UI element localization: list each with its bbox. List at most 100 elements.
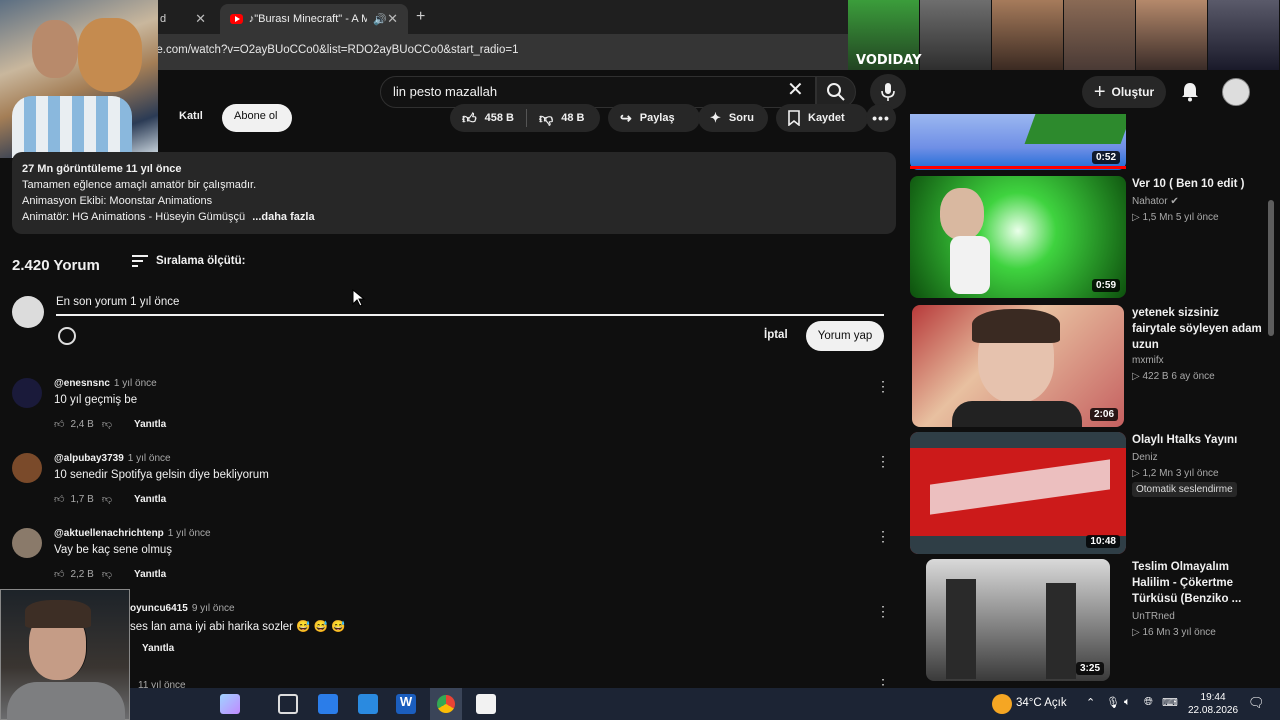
- reply-button[interactable]: Yanıtla: [134, 569, 166, 580]
- chrome-taskbar-button[interactable]: [430, 688, 462, 720]
- reply-button[interactable]: Yanıtla: [142, 643, 174, 654]
- show-hidden-icons-icon[interactable]: ⌃: [1086, 696, 1095, 709]
- network-icon[interactable]: 🌐︎: [1144, 696, 1153, 709]
- webcam-overlay-bottom: [0, 589, 130, 720]
- task-view-icon[interactable]: [278, 694, 298, 714]
- weather-text[interactable]: 34°C Açık: [1016, 697, 1067, 709]
- comment-text: 10 senedir Spotifya gelsin diye bekliyor…: [54, 469, 269, 481]
- notification-bell-icon[interactable]: [1178, 80, 1202, 104]
- more-vertical-icon[interactable]: ⋮: [876, 603, 890, 620]
- join-button[interactable]: Katıl: [165, 104, 215, 132]
- commenter-handle[interactable]: @alpubay3739 1 yıl önce: [54, 453, 171, 464]
- video-duration: 2:06: [1089, 408, 1118, 421]
- thumbnail-body: [952, 401, 1082, 427]
- reply-button[interactable]: Yanıtla: [134, 419, 166, 430]
- video-title[interactable]: yetenek sizsiniz fairytale söyleyen adam…: [1132, 305, 1266, 353]
- video-title[interactable]: Olaylı Htalks Yayını: [1132, 432, 1266, 448]
- thumbs-down-icon[interactable]: 👎︎: [102, 493, 112, 505]
- close-tab-icon[interactable]: ✕: [387, 11, 398, 27]
- more-vertical-icon[interactable]: ⋮: [876, 378, 890, 395]
- dislike-button[interactable]: 👎︎ 48 B: [527, 104, 596, 132]
- save-button[interactable]: Kaydet: [776, 104, 868, 132]
- account-avatar[interactable]: [1222, 78, 1250, 106]
- commenter-avatar[interactable]: [12, 453, 42, 483]
- photos-app-icon[interactable]: [318, 694, 338, 714]
- video-stats: ▷ 1,5 Mn 5 yıl önce: [1132, 212, 1219, 223]
- ask-button[interactable]: ✦ Soru: [698, 104, 768, 132]
- like-button[interactable]: 👍︎ 458 B: [450, 104, 526, 132]
- sort-by-button[interactable]: Sıralama ölçütü:: [132, 255, 245, 267]
- commenter-handle[interactable]: @aktuellenachrichtenp 1 yıl önce: [54, 528, 211, 539]
- channel-name[interactable]: mxmifx: [1132, 355, 1164, 366]
- word-app-icon[interactable]: W: [396, 694, 416, 714]
- recommended-video[interactable]: 10:48 Olaylı Htalks Yayını Deniz ▷ 1,2 M…: [910, 432, 1270, 556]
- comment-item: oyuncu6415 9 yıl önce ses lan ama iyi abi…: [12, 603, 892, 673]
- video-title[interactable]: Teslim Olmayalım Halilim - Çökertme Türk…: [1132, 559, 1266, 607]
- sparkle-icon: ✦: [710, 110, 721, 125]
- clock-time: 19:44: [1200, 692, 1226, 703]
- commenter-handle[interactable]: @enesnsnc 1 yıl önce: [54, 378, 157, 389]
- weather-icon: [992, 694, 1012, 714]
- video-thumbnail[interactable]: 0:59: [910, 176, 1126, 298]
- channel-name[interactable]: Nahator ✔: [1132, 196, 1179, 207]
- notifications-icon[interactable]: 🗨︎: [1248, 695, 1265, 711]
- share-button[interactable]: ↪ Paylaş: [608, 104, 700, 132]
- page-scrollbar[interactable]: [1268, 200, 1274, 336]
- microphone-tray-icon[interactable]: 🎙︎: [1106, 696, 1120, 709]
- emoji-icon[interactable]: [58, 327, 76, 345]
- thumbs-down-icon[interactable]: 👎︎: [102, 568, 112, 580]
- channel-name[interactable]: Deniz: [1132, 452, 1158, 463]
- url-text[interactable]: be.com/watch?v=O2ayBUoCCo0&list=RDO2ayBU…: [150, 44, 519, 56]
- video-thumbnail[interactable]: 10:48: [910, 432, 1126, 554]
- reply-button[interactable]: Yanıtla: [134, 494, 166, 505]
- comment-submit-button[interactable]: Yorum yap: [806, 321, 884, 351]
- commenter-handle[interactable]: oyuncu6415 9 yıl önce: [130, 603, 235, 614]
- volume-icon[interactable]: 🔈︎: [1124, 696, 1131, 709]
- pdf-app-icon[interactable]: [476, 694, 496, 714]
- keyboard-icon[interactable]: ⌨: [1162, 696, 1178, 709]
- comment-text: Vay be kaç sene olmuş: [54, 544, 173, 556]
- more-actions-button[interactable]: •••: [866, 104, 896, 132]
- tab-title: d: [160, 13, 167, 25]
- commenter-avatar[interactable]: [12, 528, 42, 558]
- thumbnail-figure: [1046, 583, 1076, 679]
- recommended-video[interactable]: 3:25 Teslim Olmayalım Halilim - Çökertme…: [910, 559, 1270, 683]
- create-button[interactable]: + Oluştur: [1082, 76, 1166, 108]
- system-clock[interactable]: 19:44 22.08.2026: [1188, 691, 1238, 717]
- recommended-video[interactable]: 0:59 Ver 10 ( Ben 10 edit ) Nahator ✔ ▷ …: [910, 176, 1270, 300]
- channel-name[interactable]: UnTRned: [1132, 611, 1175, 622]
- close-tab-icon[interactable]: ✕: [195, 11, 206, 27]
- new-tab-icon[interactable]: +: [416, 8, 425, 26]
- view-count-and-date: 27 Mn görüntüleme 11 yıl önce: [22, 163, 182, 175]
- speaker-icon[interactable]: 🔊: [373, 13, 387, 26]
- thumbs-up-icon[interactable]: 👍︎: [54, 418, 64, 430]
- cancel-button[interactable]: İptal: [764, 329, 788, 341]
- webcam-overlay-top: [0, 0, 158, 158]
- thumbs-up-icon[interactable]: 👍︎: [54, 493, 64, 505]
- more-horizontal-icon: •••: [872, 110, 890, 126]
- recommended-video[interactable]: 2:06 yetenek sizsiniz fairytale söyleyen…: [910, 305, 1270, 429]
- thumbs-down-icon[interactable]: 👎︎: [102, 418, 112, 430]
- video-description[interactable]: 27 Mn görüntüleme 11 yıl önce Tamamen eğ…: [12, 152, 896, 234]
- thumbs-up-icon[interactable]: 👍︎: [54, 568, 64, 580]
- search-input-value[interactable]: lin pesto mazallah: [393, 84, 497, 99]
- video-title[interactable]: Ver 10 ( Ben 10 edit ): [1132, 176, 1266, 192]
- comment-item: @enesnsnc 1 yıl önce 10 yıl geçmiş be 👍︎ …: [12, 378, 892, 448]
- user-avatar: [12, 296, 44, 328]
- comment-input[interactable]: En son yorum 1 yıl önce: [56, 296, 884, 316]
- commenter-avatar[interactable]: [12, 378, 42, 408]
- stream-label: VODIDAY: [856, 53, 922, 68]
- taskbar-widget-icon[interactable]: [220, 694, 240, 714]
- video-thumbnail[interactable]: 0:52: [910, 114, 1126, 170]
- video-thumbnail[interactable]: 3:25: [926, 559, 1110, 681]
- store-app-icon[interactable]: [358, 694, 378, 714]
- browser-tab-inactive[interactable]: d ✕: [150, 4, 216, 34]
- show-more-link[interactable]: ...daha fazla: [252, 211, 314, 223]
- browser-tab-active[interactable]: ♪"Burası Minecraft" - A Min 🔊 ✕: [220, 4, 408, 34]
- more-vertical-icon[interactable]: ⋮: [876, 528, 890, 545]
- clear-search-icon[interactable]: ✕: [787, 80, 804, 100]
- recommended-video[interactable]: 0:52: [910, 114, 1270, 172]
- video-thumbnail[interactable]: 2:06: [912, 305, 1124, 427]
- more-vertical-icon[interactable]: ⋮: [876, 453, 890, 470]
- subscribe-button[interactable]: Abone ol: [222, 104, 292, 132]
